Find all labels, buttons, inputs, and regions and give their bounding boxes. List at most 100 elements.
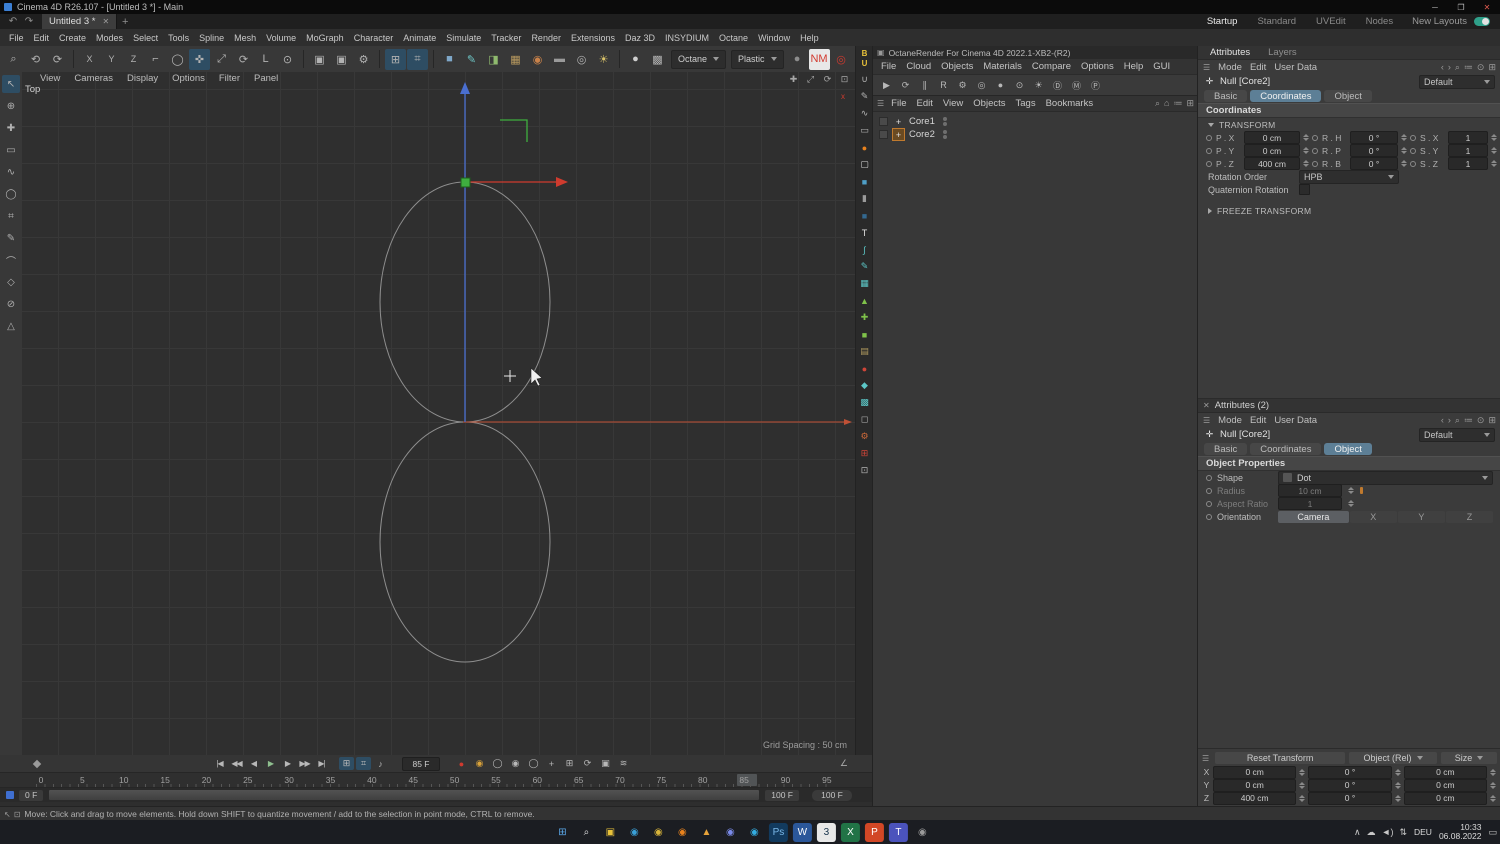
slider-handle[interactable]	[1360, 487, 1363, 494]
record-scale-icon[interactable]: ⊞	[562, 757, 577, 770]
z-position-field[interactable]: 400 cm	[1213, 791, 1297, 805]
search-icon[interactable]: ⌕	[1155, 98, 1160, 109]
gear-orange-icon[interactable]: ⚙	[857, 430, 872, 443]
record-keyframe-icon[interactable]: ●	[454, 757, 469, 770]
floor-icon[interactable]: ▬	[549, 49, 570, 70]
object-row[interactable]: + Core2	[873, 128, 1198, 141]
rotation-order-dropdown[interactable]: HPB	[1299, 169, 1399, 184]
discord-icon[interactable]: ◉	[721, 823, 740, 842]
y-position-field[interactable]: 0 cm	[1213, 778, 1297, 792]
current-frame-field[interactable]: 85 F	[402, 756, 440, 771]
freehand-spline-tool-icon[interactable]: ∿	[2, 163, 20, 181]
redo-icon[interactable]: ⟳	[47, 49, 68, 70]
photoshop-icon[interactable]: Ps	[768, 822, 788, 842]
sun-icon[interactable]: ☀	[1031, 78, 1046, 93]
menu-item[interactable]: Daz 3D	[620, 33, 660, 43]
spinner[interactable]	[1490, 145, 1498, 157]
key-dot-icon[interactable]	[1206, 134, 1212, 141]
goto-end-button[interactable]: ▶|	[314, 757, 329, 770]
menu-icon[interactable]: ☰	[1203, 416, 1210, 425]
y-axis-arrow[interactable]	[460, 82, 470, 94]
sz-field[interactable]: 1	[1448, 157, 1488, 170]
diamond-teal-icon[interactable]: ◆	[857, 379, 872, 392]
daylight-icon[interactable]: Ⓓ	[1050, 78, 1065, 93]
oct-menu[interactable]: GUI	[1148, 61, 1175, 72]
circle-spline-2[interactable]	[379, 421, 551, 663]
disable-tool-icon[interactable]: ⊘	[2, 295, 20, 313]
x-axis-arrow[interactable]	[556, 177, 568, 187]
layout-uvedit[interactable]: UVEdit	[1307, 16, 1355, 27]
cube-tan-icon[interactable]: ▤	[857, 345, 872, 358]
render-picture-viewer-icon[interactable]: ▣	[331, 49, 352, 70]
next-key-button[interactable]: ▶▶	[297, 757, 312, 770]
settings-icon[interactable]: ⚙	[955, 78, 970, 93]
preset-dropdown[interactable]: Default	[1419, 427, 1495, 442]
spinner[interactable]	[1298, 766, 1306, 778]
spinner[interactable]	[1302, 158, 1310, 170]
preset-dropdown[interactable]: Default	[1419, 74, 1495, 89]
add-point-tool-icon[interactable]: ✚	[2, 119, 20, 137]
search-icon[interactable]: ⌕	[3, 49, 24, 70]
mini-fcurve-icon[interactable]: ∠	[840, 758, 848, 769]
spinner[interactable]	[1400, 158, 1408, 170]
rp-field[interactable]: 0 °	[1350, 144, 1398, 157]
live-selection-icon[interactable]: ◯	[167, 49, 188, 70]
preferences-icon[interactable]: Ⓟ	[1088, 78, 1103, 93]
key-dot-icon[interactable]	[1206, 513, 1212, 520]
cylinder-icon[interactable]: ▮	[857, 192, 872, 205]
menu-item[interactable]: Tools	[163, 33, 194, 43]
axis-x-lock[interactable]: X	[79, 49, 100, 70]
pan-view-icon[interactable]: ✚	[787, 73, 800, 86]
camera-icon[interactable]: ◎	[974, 78, 989, 93]
key-dot-icon[interactable]	[1206, 474, 1212, 481]
layout-startup[interactable]: Startup	[1198, 16, 1247, 27]
field-icon[interactable]: ◉	[527, 49, 548, 70]
x-position-field[interactable]: 0 cm	[1213, 765, 1297, 779]
cube-blue-icon[interactable]: ■	[857, 175, 872, 188]
freeze-transform-header[interactable]: FREEZE TRANSFORM	[1198, 204, 1500, 217]
plane-handle[interactable]	[500, 119, 528, 142]
zoom-view-icon[interactable]: ⤢	[804, 73, 817, 86]
menu-item[interactable]: INSYDIUM	[660, 33, 714, 43]
reset-transform-button[interactable]: Reset Transform	[1215, 752, 1345, 764]
firefox-icon[interactable]: ◉	[673, 823, 692, 842]
search-icon[interactable]: ⌕	[1455, 62, 1460, 73]
record-filter-icon[interactable]: ◉	[508, 757, 523, 770]
om-menu[interactable]: View	[938, 98, 968, 109]
viewport-canvas[interactable]	[22, 72, 855, 755]
key-dot-icon[interactable]	[1206, 487, 1212, 494]
tab-close-icon[interactable]: ✕	[102, 17, 109, 26]
object-name[interactable]: Core2	[909, 129, 935, 140]
oct-menu[interactable]: Options	[1076, 61, 1119, 72]
lock-resolution-icon[interactable]: ⊙	[1012, 78, 1027, 93]
tree-node-icon[interactable]	[879, 117, 888, 126]
minimize-button[interactable]: ─	[1422, 0, 1448, 14]
close-icon[interactable]: ✕	[1203, 401, 1210, 410]
pointer-tool-icon[interactable]: ↖	[2, 75, 20, 93]
menu-item[interactable]: Create	[54, 33, 91, 43]
next-frame-button[interactable]: ▶	[280, 757, 295, 770]
keyframe-diamond-icon[interactable]	[32, 759, 42, 768]
key-dot-icon[interactable]	[1206, 500, 1212, 507]
rp-menu[interactable]: User Data	[1270, 415, 1321, 426]
quantize-toggle[interactable]: ⌗	[356, 757, 371, 770]
record-position-icon[interactable]: +	[544, 757, 559, 770]
cube-dark-icon[interactable]: ■	[857, 209, 872, 222]
menu-item[interactable]: MoGraph	[301, 33, 349, 43]
tab-object[interactable]: Object	[1324, 90, 1372, 102]
menu-item[interactable]: Character	[349, 33, 399, 43]
tab-basic[interactable]: Basic	[1204, 443, 1248, 455]
chrome-icon[interactable]: ◉	[649, 823, 668, 842]
fcurve-icon[interactable]: ∿	[857, 107, 872, 120]
shape-dropdown[interactable]: Dot	[1278, 470, 1493, 485]
undo-icon[interactable]: ⟲	[25, 49, 46, 70]
range-track[interactable]	[48, 789, 761, 801]
autokey-icon[interactable]: ◉	[472, 757, 487, 770]
start-button[interactable]: ⊞	[553, 823, 572, 842]
search-icon[interactable]: ⌕	[1455, 415, 1460, 426]
spline-pen-icon[interactable]: ✎	[857, 260, 872, 273]
orientation-x[interactable]: X	[1349, 510, 1397, 523]
mograph-cloner-icon[interactable]: ◨	[483, 49, 504, 70]
oct-menu[interactable]: Objects	[936, 61, 978, 72]
z-size-field[interactable]: 0 cm	[1403, 791, 1487, 805]
